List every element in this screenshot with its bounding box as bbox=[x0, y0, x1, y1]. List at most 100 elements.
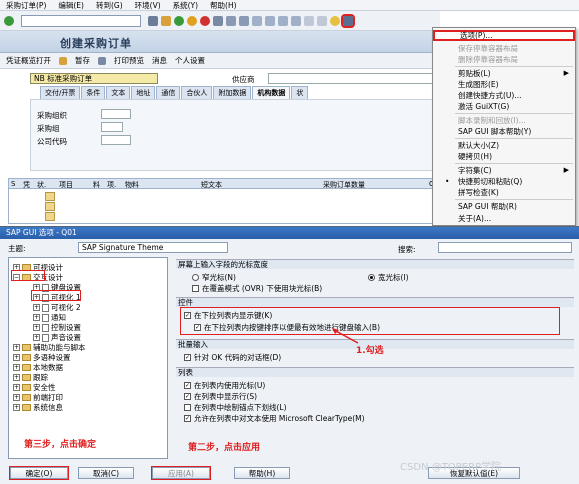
new-session-icon[interactable] bbox=[304, 15, 314, 26]
menu-item-about[interactable]: 关于(A)... bbox=[433, 213, 575, 224]
theme-select[interactable]: SAP Signature Theme bbox=[78, 242, 228, 253]
help-icon[interactable] bbox=[330, 15, 340, 26]
enter-icon[interactable] bbox=[4, 15, 14, 26]
grid-cell[interactable] bbox=[45, 212, 55, 221]
vendor-input[interactable] bbox=[268, 73, 438, 84]
menu-item-script-help[interactable]: SAP GUI 脚本帮助(Y) bbox=[433, 126, 575, 137]
grid-col-header[interactable]: 采购订单数量 bbox=[323, 180, 365, 190]
menu-item-default-size[interactable]: 默认大小(Z) bbox=[433, 140, 575, 151]
expand-icon[interactable]: + bbox=[33, 314, 40, 321]
customize-layout-icon[interactable] bbox=[341, 13, 355, 28]
back-icon[interactable] bbox=[174, 15, 184, 26]
messages-button[interactable]: 消息 bbox=[152, 55, 167, 66]
menu-item-hardcopy[interactable]: 硬拷贝(H) bbox=[433, 151, 575, 162]
grid-col-header[interactable]: 料 bbox=[93, 180, 100, 190]
cleartype-option[interactable]: ✓ 允许在列表中对文本使用 Microsoft ClearType(M) bbox=[184, 413, 365, 424]
menu-item-clipboard[interactable]: 剪贴板(L) ▶ bbox=[433, 68, 575, 79]
save-icon[interactable] bbox=[161, 15, 171, 26]
menu-item-options[interactable]: 选项(P)... bbox=[433, 30, 575, 41]
narrow-cursor-option[interactable]: 窄光标(N) bbox=[192, 272, 236, 283]
hold-button[interactable]: 暂存 bbox=[75, 55, 90, 66]
order-type-select[interactable]: NB 标准采购订单 bbox=[30, 73, 158, 84]
tab-org-data[interactable]: 机构数据 bbox=[252, 86, 291, 99]
document-overview-button[interactable]: 凭证概览打开 bbox=[6, 55, 51, 66]
tab-communication[interactable]: 通信 bbox=[156, 86, 181, 99]
radio-selected-icon[interactable] bbox=[368, 274, 375, 281]
menu-help[interactable]: 帮助(H) bbox=[210, 0, 237, 11]
menu-item-spell-check[interactable]: 拼写检查(K) bbox=[433, 187, 575, 198]
expand-icon[interactable]: + bbox=[13, 394, 20, 401]
shortcut-icon[interactable] bbox=[317, 15, 327, 26]
last-page-icon[interactable] bbox=[291, 15, 301, 26]
purch-group-input[interactable] bbox=[101, 122, 123, 132]
wide-cursor-option[interactable]: 宽光标(I) bbox=[368, 272, 409, 283]
grid-cell[interactable] bbox=[45, 202, 55, 211]
block-cursor-option[interactable]: 在覆盖模式 (OVR) 下使用块光标(B) bbox=[192, 283, 322, 294]
find-icon[interactable] bbox=[226, 15, 236, 26]
expand-icon[interactable]: + bbox=[13, 404, 20, 411]
menu-item-charset[interactable]: 字符集(C) ▶ bbox=[433, 165, 575, 176]
expand-icon[interactable]: + bbox=[13, 364, 20, 371]
personal-settings-button[interactable]: 个人设置 bbox=[175, 55, 205, 66]
menu-item-generate-graphic[interactable]: 生成图形(E) bbox=[433, 79, 575, 90]
tab-status[interactable]: 状 bbox=[291, 86, 309, 99]
menu-edit[interactable]: 编辑(E) bbox=[58, 0, 84, 11]
expand-icon[interactable]: + bbox=[13, 344, 20, 351]
radio-icon[interactable] bbox=[192, 274, 199, 281]
tree-node-system-info[interactable]: + 系统信息 bbox=[13, 402, 63, 413]
search-input[interactable] bbox=[438, 242, 572, 253]
menu-goto[interactable]: 转到(G) bbox=[96, 0, 123, 11]
tab-delivery-invoice[interactable]: 交付/开票 bbox=[40, 86, 81, 99]
apply-button[interactable]: 应用(A) bbox=[151, 466, 211, 480]
back-nav-icon[interactable] bbox=[148, 15, 158, 26]
tab-additional-data[interactable]: 附加数据 bbox=[213, 86, 252, 99]
checkbox-icon[interactable] bbox=[192, 285, 199, 292]
exit-icon[interactable] bbox=[187, 15, 197, 26]
tab-address[interactable]: 地址 bbox=[131, 86, 156, 99]
ok-code-dialog-option[interactable]: ✓ 针对 OK 代码的对话框(D) bbox=[184, 352, 281, 363]
list-underline-option[interactable]: 在列表中绘制锚点下划线(L) bbox=[184, 402, 287, 413]
print-icon[interactable] bbox=[213, 15, 223, 26]
list-lines-option[interactable]: ✓ 在列表中显示行(S) bbox=[184, 391, 257, 402]
checkbox-checked-icon[interactable]: ✓ bbox=[184, 382, 191, 389]
tab-conditions[interactable]: 条件 bbox=[81, 86, 106, 99]
checkbox-icon[interactable] bbox=[184, 404, 191, 411]
grid-col-header[interactable]: S bbox=[11, 180, 15, 188]
ok-button[interactable]: 确定(O) bbox=[9, 466, 69, 480]
purch-org-input[interactable] bbox=[101, 109, 131, 119]
command-field[interactable] bbox=[21, 14, 141, 27]
list-cursor-option[interactable]: ✓ 在列表内使用光标(U) bbox=[184, 380, 265, 391]
menu-item-create-shortcut[interactable]: 创建快捷方式(U)... bbox=[433, 90, 575, 101]
grid-col-header[interactable]: 状. bbox=[37, 180, 46, 190]
grid-col-header[interactable]: 凭 bbox=[23, 180, 30, 190]
checkbox-checked-icon[interactable]: ✓ bbox=[184, 415, 191, 422]
menu-item-guixt[interactable]: 激活 GuiXT(G) bbox=[433, 101, 575, 112]
grid-cell[interactable] bbox=[45, 192, 55, 201]
next-page-icon[interactable] bbox=[278, 15, 288, 26]
grid-col-header[interactable]: 物料 bbox=[125, 180, 139, 190]
first-page-icon[interactable] bbox=[252, 15, 262, 26]
menu-system[interactable]: 系统(Y) bbox=[173, 0, 198, 11]
company-code-input[interactable] bbox=[101, 135, 131, 145]
find-next-icon[interactable] bbox=[239, 15, 249, 26]
expand-icon[interactable]: + bbox=[13, 384, 20, 391]
tab-texts[interactable]: 文本 bbox=[106, 86, 131, 99]
grid-col-header[interactable]: 项. bbox=[107, 180, 116, 190]
expand-icon[interactable]: + bbox=[13, 374, 20, 381]
expand-icon[interactable]: + bbox=[33, 334, 40, 341]
prev-page-icon[interactable] bbox=[265, 15, 275, 26]
grid-col-header[interactable]: 项目 bbox=[59, 180, 73, 190]
cancel-icon[interactable] bbox=[200, 15, 210, 26]
expand-icon[interactable]: + bbox=[13, 354, 20, 361]
menu-environment[interactable]: 环境(V) bbox=[135, 0, 161, 11]
grid-col-header[interactable]: 短文本 bbox=[201, 180, 222, 190]
checkbox-checked-icon[interactable]: ✓ bbox=[184, 354, 191, 361]
help-button[interactable]: 帮助(H) bbox=[234, 467, 290, 479]
expand-icon[interactable]: + bbox=[33, 304, 40, 311]
menu-order[interactable]: 采购订单(P) bbox=[6, 0, 46, 11]
expand-icon[interactable]: + bbox=[33, 324, 40, 331]
menu-item-gui-help[interactable]: SAP GUI 帮助(R) bbox=[433, 201, 575, 212]
menu-item-quick-cut-paste[interactable]: • 快捷剪切和粘贴(Q) bbox=[433, 176, 575, 187]
print-preview-button[interactable]: 打印预览 bbox=[114, 55, 144, 66]
tab-partners[interactable]: 合伙人 bbox=[181, 86, 213, 99]
